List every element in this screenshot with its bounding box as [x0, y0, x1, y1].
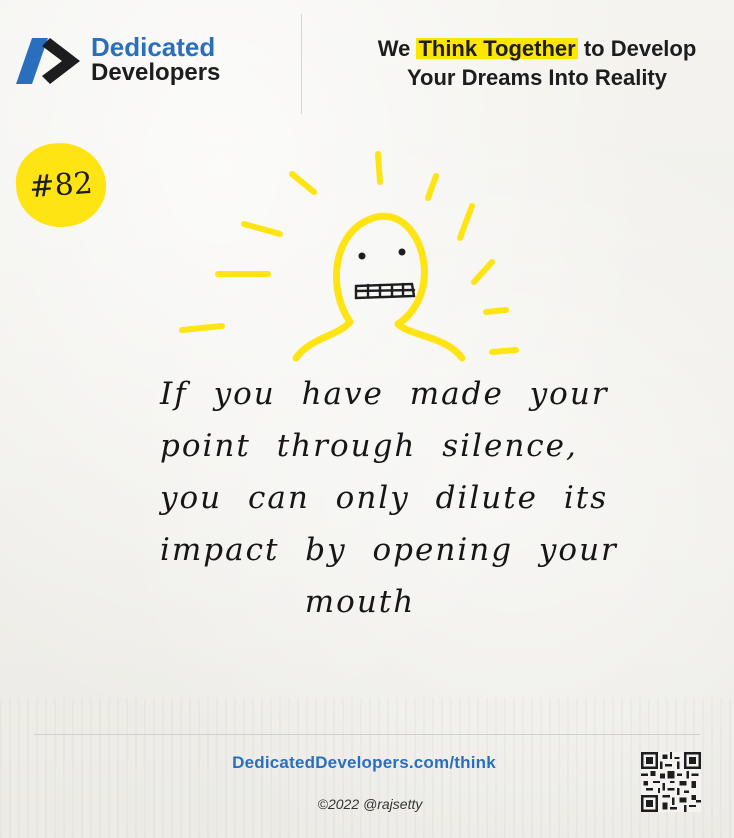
footer-url[interactable]: DedicatedDevelopers.com/think [0, 753, 734, 773]
qr-code-icon[interactable] [641, 752, 701, 812]
tagline: We Think Together to Develop Your Dreams… [340, 34, 734, 92]
handwritten-quote: If you have made your point through sile… [160, 368, 620, 628]
lightbulb-head-illustration [179, 151, 519, 362]
header-divider [301, 14, 302, 114]
tagline-prefix: We [377, 36, 411, 61]
tagline-highlight: Think Together [416, 36, 578, 61]
copyright-text: ©2022 @rajsetty [317, 796, 423, 812]
footer-divider [34, 734, 700, 735]
brand-name-line1: Dedicated [91, 32, 216, 62]
footer-url-text[interactable]: DedicatedDevelopers.com/think [232, 753, 496, 772]
header: Dedicated Developers We Think Together t… [0, 0, 734, 120]
tagline-line1-suffix: to Develop [583, 36, 697, 61]
tagline-line2: Your Dreams Into Reality [407, 65, 667, 90]
dedicated-developers-logo-icon [16, 38, 80, 84]
quote-line-1: If you have made your [160, 376, 609, 412]
quote-line-5: mouth [304, 584, 416, 620]
quote-line-4: impact by opening your [160, 532, 618, 568]
brand-name-line2: Developers [91, 59, 221, 86]
quote-line-3: you can only dilute its [160, 480, 609, 516]
quote-line-2: point through silence, [160, 428, 578, 464]
